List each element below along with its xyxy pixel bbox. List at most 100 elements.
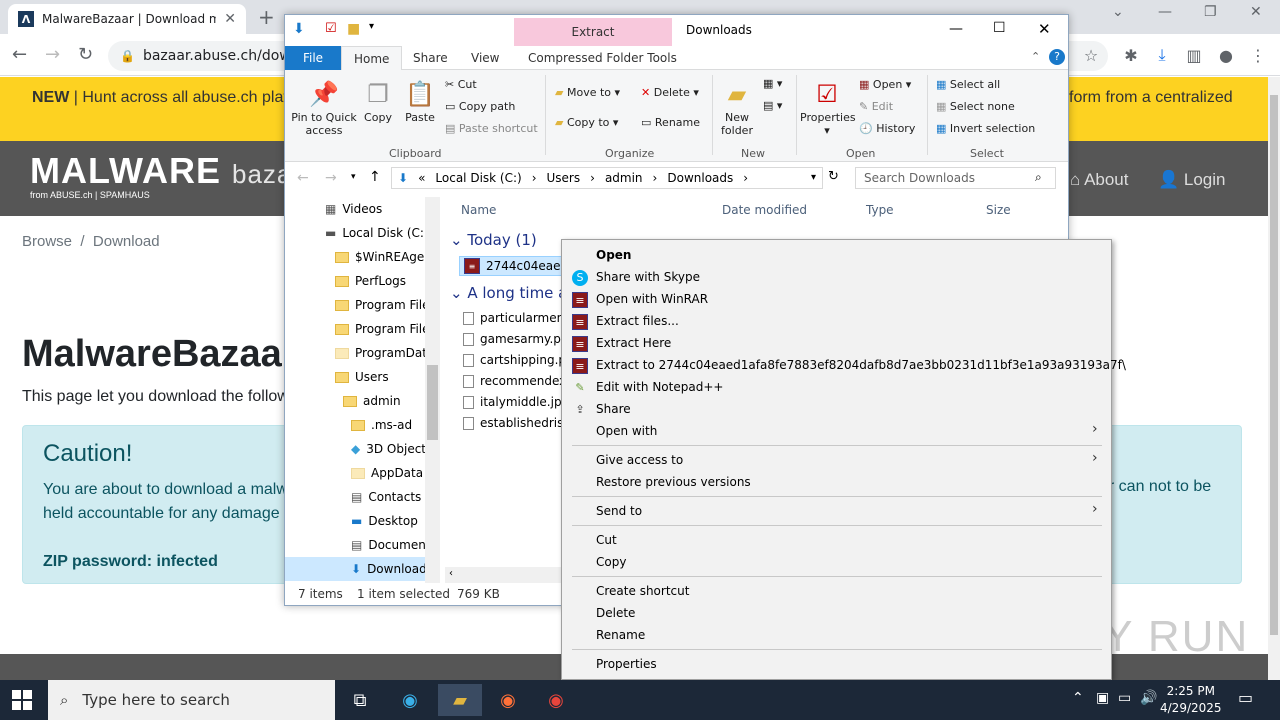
nav-item-appdata[interactable]: AppData [285,461,423,485]
side-panel-icon[interactable]: ▥ [1183,44,1205,66]
qat-dropdown-icon[interactable]: ▾ [369,21,374,32]
task-view-icon[interactable]: ⧉ [344,684,376,716]
tab-home[interactable]: Home [341,46,403,70]
column-name[interactable]: Name [461,203,496,223]
easy-access-button[interactable]: ▤ ▾ [763,99,782,112]
invert-selection-button[interactable]: ▦ Invert selection [936,122,1035,135]
minimize-icon[interactable]: — [949,21,963,37]
nav-pane-scrollbar-thumb[interactable] [427,365,438,440]
taskbar-search-box[interactable]: ⌕ Type here to search [48,680,335,720]
file-item[interactable]: cartshipping.pr [463,350,571,370]
nav-item-desktop[interactable]: ▬ Desktop [285,509,418,533]
menu-give-access-to[interactable]: Give access to [596,449,683,471]
up-icon[interactable]: ↑ [369,169,381,185]
site-logo[interactable]: MALWARE baza [30,150,292,192]
group-long-time-ago[interactable]: ⌄ A long time ag [450,284,577,302]
nav-login[interactable]: 👤 Login [1158,170,1226,190]
refresh-icon[interactable]: ↻ [828,169,839,184]
menu-extract-here[interactable]: Extract Here [596,332,671,354]
select-all-button[interactable]: ▦ Select all [936,78,1000,91]
nav-item-program-files[interactable]: Program Files [285,293,436,317]
pin-quick-access-button[interactable]: 📌 Pin to Quick access [289,79,359,137]
menu-share-with-skype[interactable]: Share with Skype [596,266,700,288]
column-date-modified[interactable]: Date modified [722,203,807,223]
menu-open[interactable]: Open [596,244,631,266]
properties-qat-icon[interactable]: ☑ [325,21,337,36]
minimize-icon[interactable]: — [1158,4,1172,20]
explorer-search-input[interactable]: Search Downloads [855,167,1056,189]
windows-start-icon[interactable] [12,690,32,710]
menu-restore-previous-versions[interactable]: Restore previous versions [596,471,751,493]
reload-icon[interactable]: ↻ [78,44,93,65]
close-window-icon[interactable]: ✕ [1250,4,1262,20]
file-item[interactable]: recommendexp [463,371,574,391]
tab-view[interactable]: View [459,46,511,70]
bookmark-star-icon[interactable]: ☆ [1080,44,1102,66]
back-icon[interactable]: ← [297,170,309,186]
tab-compressed-folder-tools[interactable]: Compressed Folder Tools [516,46,689,70]
file-list-hscrollbar[interactable]: ‹ [445,567,563,583]
nav-item-perflogs[interactable]: PerfLogs [285,269,406,293]
nav-item-ms-ad[interactable]: .ms-ad [285,413,412,437]
recent-locations-icon[interactable]: ▾ [351,172,356,182]
menu-open-with[interactable]: Open with [596,420,657,442]
nav-item-admin[interactable]: admin [285,389,401,413]
file-item[interactable]: gamesarmy.pn [463,329,569,349]
menu-extract-to[interactable]: Extract to 2744c04eaed1afa8fe7883ef8204d… [596,354,1126,376]
notifications-icon[interactable]: ▭ [1238,688,1253,707]
file-item[interactable]: italymiddle.jpg [463,392,569,412]
nav-item-videos[interactable]: ▦ Videos [285,197,382,221]
edit-button[interactable]: ✎ Edit [859,100,893,113]
nav-item-users[interactable]: Users [285,365,389,389]
file-item[interactable]: particularmen.p [463,308,576,328]
tab-share[interactable]: Share [401,46,460,70]
new-folder-button[interactable]: ▰ New folder [717,79,757,137]
rename-button[interactable]: ▭ Rename [641,116,700,129]
chrome-icon[interactable]: ◉ [540,684,572,716]
help-icon[interactable]: ? [1049,49,1065,65]
address-dropdown-icon[interactable]: ▾ [811,172,816,183]
nav-about[interactable]: ⌂ About [1070,170,1129,190]
page-scrollbar-thumb[interactable] [1270,95,1278,635]
nav-item-downloads[interactable]: ⬇ Downloads [285,557,433,581]
nav-item-contacts[interactable]: ▤ Contacts [285,485,421,509]
menu-open-with-winrar[interactable]: Open with WinRAR [596,288,708,310]
scroll-left-icon[interactable]: ‹ [449,568,453,579]
device-icon[interactable]: ▣ [1096,690,1109,706]
extract-context-tab[interactable]: Extract [514,18,672,46]
nav-pane-scrollbar[interactable] [425,197,440,583]
menu-delete[interactable]: Delete [596,602,635,624]
collapse-ribbon-icon[interactable]: ⌃ [1031,50,1040,63]
select-none-button[interactable]: ▦ Select none [936,100,1015,113]
history-button[interactable]: 🕘 History [859,122,915,135]
column-size[interactable]: Size [986,203,1011,223]
profile-icon[interactable]: ● [1215,44,1237,66]
menu-extract-files[interactable]: Extract files... [596,310,679,332]
close-tab-icon[interactable]: ✕ [224,11,236,27]
menu-share[interactable]: Share [596,398,631,420]
close-icon[interactable]: ✕ [1038,20,1051,38]
nav-item-3d-objects[interactable]: ◆ 3D Objects [285,437,432,461]
new-tab-button[interactable]: + [258,5,275,29]
extensions-icon[interactable]: ✱ [1120,44,1142,66]
delete-button[interactable]: ✕ Delete ▾ [641,86,699,99]
tab-search-icon[interactable]: ⌄ [1112,4,1124,20]
menu-icon[interactable]: ⋮ [1247,44,1269,66]
banner-text[interactable]: | Hunt across all abuse.ch platf [69,89,293,106]
move-to-button[interactable]: ▰ Move to ▾ [555,86,620,99]
address-part-downloads[interactable]: Downloads [667,171,733,185]
network-icon[interactable]: ▭ [1118,690,1131,706]
column-type[interactable]: Type [866,203,894,223]
firefox-icon[interactable]: ◉ [492,684,524,716]
paste-button[interactable]: 📋 Paste [403,79,437,124]
file-item[interactable]: establishedrisk. [463,413,574,433]
menu-send-to[interactable]: Send to [596,500,642,522]
download-icon[interactable]: ⤓ [1151,44,1173,66]
copy-to-button[interactable]: ▰ Copy to ▾ [555,116,618,129]
tab-file[interactable]: File [285,46,341,70]
maximize-icon[interactable]: ☐ [993,20,1006,36]
quick-access-download-icon[interactable]: ⬇ [293,21,305,37]
explorer-address-bar[interactable]: ⬇ « Local Disk (C:) › Users › admin › Downl… [391,167,823,189]
cut-button[interactable]: ✂ Cut [445,78,477,91]
nav-item-local-disk[interactable]: ▬ Local Disk (C:) [285,221,429,245]
